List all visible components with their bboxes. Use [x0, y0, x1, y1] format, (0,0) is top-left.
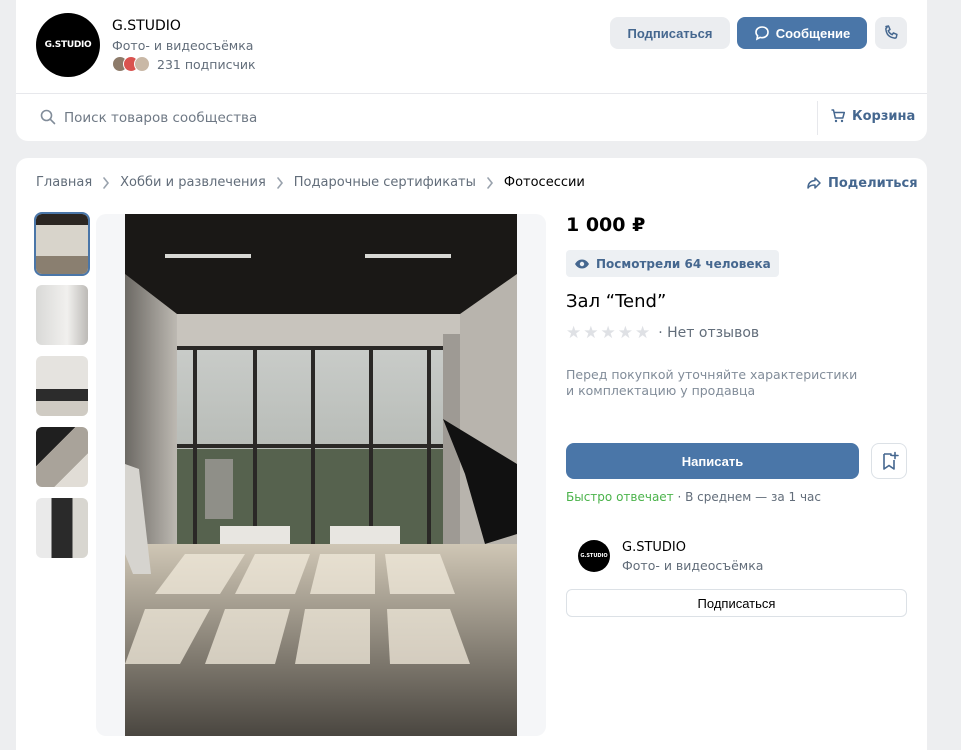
community-category: Фото- и видеосъёмка	[112, 38, 254, 53]
search-icon	[40, 109, 56, 125]
star-icon: ★	[566, 323, 582, 343]
thumbnail-image[interactable]	[36, 356, 88, 416]
rating-row[interactable]: ★ ★ ★ ★ ★ · Нет отзывов	[566, 323, 759, 343]
community-avatar[interactable]: G.STUDIO	[36, 13, 100, 77]
thumbnail-list	[34, 212, 90, 569]
share-button[interactable]: Поделиться	[806, 175, 918, 191]
community-header-card: G.STUDIO G.STUDIO Фото- и видеосъёмка 23…	[16, 0, 927, 141]
purchase-hint: Перед покупкой уточняйте характеристики …	[566, 367, 858, 398]
seller-category: Фото- и видеосъёмка	[622, 558, 764, 573]
seller-subscribe-button[interactable]: Подписаться	[566, 589, 907, 617]
members-row[interactable]: 231 подписчик	[112, 56, 256, 72]
thumbnail-image[interactable]	[36, 285, 88, 345]
thumbnail-image[interactable]	[34, 212, 90, 276]
members-count: 231 подписчик	[157, 56, 256, 72]
cart-button[interactable]: Корзина	[830, 108, 915, 124]
message-button[interactable]: Сообщение	[737, 17, 867, 49]
chevron-right-icon	[102, 176, 110, 189]
reply-speed: Быстро отвечает · В среднем — за 1 час	[566, 490, 821, 504]
breadcrumb-current: Фотосессии	[503, 175, 585, 190]
views-text: Посмотрели 64 человека	[596, 256, 771, 271]
star-icon: ★	[617, 323, 633, 343]
bookmark-plus-icon	[883, 451, 899, 470]
call-button[interactable]	[875, 17, 907, 49]
phone-icon	[885, 25, 898, 39]
message-button-label: Сообщение	[775, 25, 851, 41]
seller-avatar[interactable]: G.STUDIO	[578, 540, 610, 572]
breadcrumb-item[interactable]: Хобби и развлечения	[120, 175, 266, 190]
studio-photo	[125, 214, 517, 736]
reply-time: · В среднем — за 1 час	[673, 490, 822, 504]
eye-icon	[575, 259, 589, 268]
search-divider	[817, 101, 818, 135]
star-icon: ★	[635, 323, 651, 343]
thumbnail-image[interactable]	[36, 427, 88, 487]
search-input[interactable]	[64, 106, 804, 130]
reviews-text: · Нет отзывов	[658, 325, 760, 341]
star-icon: ★	[583, 323, 599, 343]
chat-bubble-icon	[754, 26, 769, 41]
product-price: 1 000 ₽	[566, 214, 646, 236]
share-icon	[807, 177, 821, 189]
chevron-right-icon	[486, 176, 494, 189]
product-title: Зал “Tend”	[566, 291, 667, 312]
cart-label: Корзина	[852, 108, 916, 124]
seller-name[interactable]: G.STUDIO	[622, 540, 686, 555]
cart-icon	[831, 109, 846, 123]
reply-fast: Быстро отвечает	[566, 490, 674, 504]
member-avatar	[134, 56, 150, 72]
share-label: Поделиться	[828, 175, 918, 191]
product-photo-frame	[96, 214, 546, 736]
community-name[interactable]: G.STUDIO	[112, 18, 181, 34]
product-card: Главная Хобби и развлечения Подарочные с…	[16, 158, 927, 750]
breadcrumb: Главная Хобби и развлечения Подарочные с…	[36, 175, 585, 190]
search-row: Корзина	[16, 94, 927, 141]
chevron-right-icon	[276, 176, 284, 189]
breadcrumb-item[interactable]: Главная	[36, 175, 92, 190]
add-to-favorites-button[interactable]	[871, 443, 907, 479]
write-seller-button[interactable]: Написать	[566, 443, 859, 479]
star-icon: ★	[600, 323, 616, 343]
subscribe-button[interactable]: Подписаться	[610, 17, 730, 49]
product-photo[interactable]	[125, 214, 517, 736]
breadcrumb-item[interactable]: Подарочные сертификаты	[294, 175, 476, 190]
views-badge: Посмотрели 64 человека	[566, 250, 779, 277]
thumbnail-image[interactable]	[36, 498, 88, 558]
